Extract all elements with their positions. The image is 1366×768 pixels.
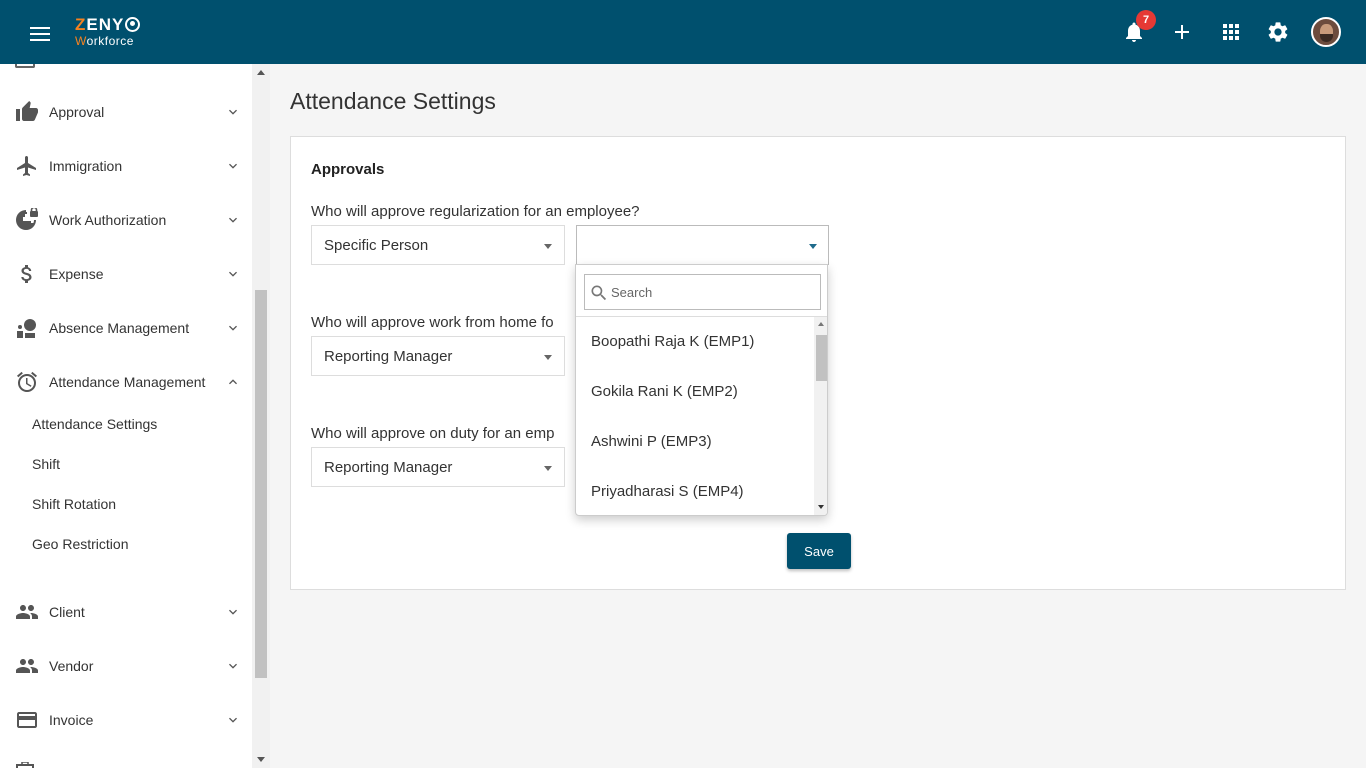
sidebar-subitem-attendance-settings[interactable]: Attendance Settings [32, 416, 157, 432]
sidebar-scrollbar[interactable] [252, 64, 270, 768]
sidebar: Approval Immigration Work Authorization … [0, 64, 270, 768]
chevron-down-icon [229, 663, 237, 669]
page-title: Attendance Settings [290, 88, 496, 114]
credit-card-icon [17, 712, 37, 728]
sidebar-item-label: Immigration [49, 158, 123, 174]
search-icon [591, 285, 607, 301]
sidebar-item-label: Invoice [49, 712, 94, 728]
sidebar-subitem-geo-restriction[interactable]: Geo Restriction [32, 536, 128, 552]
brand-mark-icon [125, 17, 141, 32]
scroll-down-arrow-icon[interactable] [818, 505, 824, 509]
partial-menu-icon [15, 64, 35, 68]
question-label: Who will approve on duty for an emp [311, 425, 555, 442]
chevron-down-icon [229, 325, 237, 331]
on-duty-approver-select[interactable]: Reporting Manager [311, 447, 565, 487]
sidebar-item-label: Client [49, 604, 85, 620]
scroll-up-arrow-icon[interactable] [818, 322, 824, 326]
gear-icon[interactable] [1266, 20, 1290, 44]
dropdown-search-input[interactable] [611, 283, 811, 301]
brand-sub: Workforce [75, 34, 134, 48]
app-logo[interactable]: ZENY Workforce [75, 15, 141, 48]
question-label: Who will approve work from home fo [311, 314, 554, 331]
top-app-bar: ZENY Workforce 7 [0, 0, 1366, 64]
chevron-down-icon [229, 163, 237, 169]
menu-icon[interactable] [30, 27, 50, 41]
sidebar-subitem-shift[interactable]: Shift [32, 456, 60, 472]
sidebar-item-invoice[interactable]: Invoice [0, 700, 252, 740]
question-label: Who will approve regularization for an e… [311, 203, 640, 220]
scroll-up-arrow-icon[interactable] [257, 70, 265, 75]
scroll-down-arrow-icon[interactable] [257, 757, 265, 762]
apps-grid-icon[interactable] [1219, 20, 1243, 44]
person-away-icon [17, 319, 36, 338]
globe-lock-icon [16, 208, 38, 230]
dropdown-option[interactable]: Gokila Rani K (EMP2) [591, 383, 738, 400]
sidebar-item-absence-management[interactable]: Absence Management [0, 308, 252, 348]
scroll-thumb[interactable] [816, 335, 827, 381]
airplane-icon [17, 156, 36, 176]
sidebar-item-label: Attendance Management [49, 374, 206, 390]
sidebar-item-attendance-management[interactable]: Attendance Management [0, 362, 252, 402]
user-avatar[interactable] [1311, 17, 1341, 47]
select-value: Reporting Manager [324, 459, 453, 476]
sidebar-item-label: Vendor [49, 658, 94, 674]
chevron-down-icon [229, 717, 237, 723]
dropdown-options-list: Boopathi Raja K (EMP1) Gokila Rani K (EM… [576, 317, 814, 515]
caret-down-icon [544, 244, 552, 249]
sidebar-item-label: Work Authorization [49, 212, 167, 228]
save-button[interactable]: Save [787, 533, 851, 569]
caret-down-icon [544, 355, 552, 360]
alarm-clock-icon [17, 371, 37, 392]
sidebar-item-client[interactable]: Client [0, 592, 252, 632]
dropdown-search-box[interactable] [584, 274, 821, 310]
sidebar-item-work-authorization[interactable]: Work Authorization [0, 200, 252, 240]
sidebar-subitem-shift-rotation[interactable]: Shift Rotation [32, 496, 116, 512]
sidebar-item-approval[interactable]: Approval [0, 92, 252, 132]
specific-person-select[interactable] [576, 225, 829, 265]
wfh-approver-select[interactable]: Reporting Manager [311, 336, 565, 376]
sidebar-item-label: Absence Management [49, 320, 190, 336]
dropdown-option[interactable]: Priyadharasi S (EMP4) [591, 483, 744, 500]
select-value: Specific Person [324, 237, 429, 254]
section-title: Approvals [311, 161, 385, 178]
regularization-approver-select[interactable]: Specific Person [311, 225, 565, 265]
person-dropdown-panel: Boopathi Raja K (EMP1) Gokila Rani K (EM… [575, 264, 828, 516]
people-icon [16, 659, 38, 673]
thumbs-up-icon [16, 101, 38, 121]
partial-menu-icon [16, 762, 34, 768]
people-icon [16, 605, 38, 619]
caret-down-icon [809, 244, 817, 249]
sidebar-item-vendor[interactable]: Vendor [0, 646, 252, 686]
chevron-down-icon [229, 271, 237, 277]
notification-badge: 7 [1136, 10, 1156, 30]
chevron-up-icon [229, 379, 237, 385]
scroll-thumb[interactable] [255, 290, 267, 678]
select-value: Reporting Manager [324, 348, 453, 365]
sidebar-item-expense[interactable]: Expense [0, 254, 252, 294]
chevron-down-icon [229, 217, 237, 223]
dollar-icon [21, 265, 32, 283]
dropdown-scrollbar[interactable] [814, 317, 827, 515]
brand-name: ZENY [75, 15, 125, 34]
caret-down-icon [544, 466, 552, 471]
sidebar-item-immigration[interactable]: Immigration [0, 146, 252, 186]
sidebar-item-label: Approval [49, 104, 105, 120]
plus-icon[interactable] [1170, 20, 1194, 44]
chevron-down-icon [229, 109, 237, 115]
dropdown-option[interactable]: Boopathi Raja K (EMP1) [591, 333, 754, 350]
sidebar-item-label: Expense [49, 266, 104, 282]
dropdown-option[interactable]: Ashwini P (EMP3) [591, 433, 712, 450]
chevron-down-icon [229, 609, 237, 615]
